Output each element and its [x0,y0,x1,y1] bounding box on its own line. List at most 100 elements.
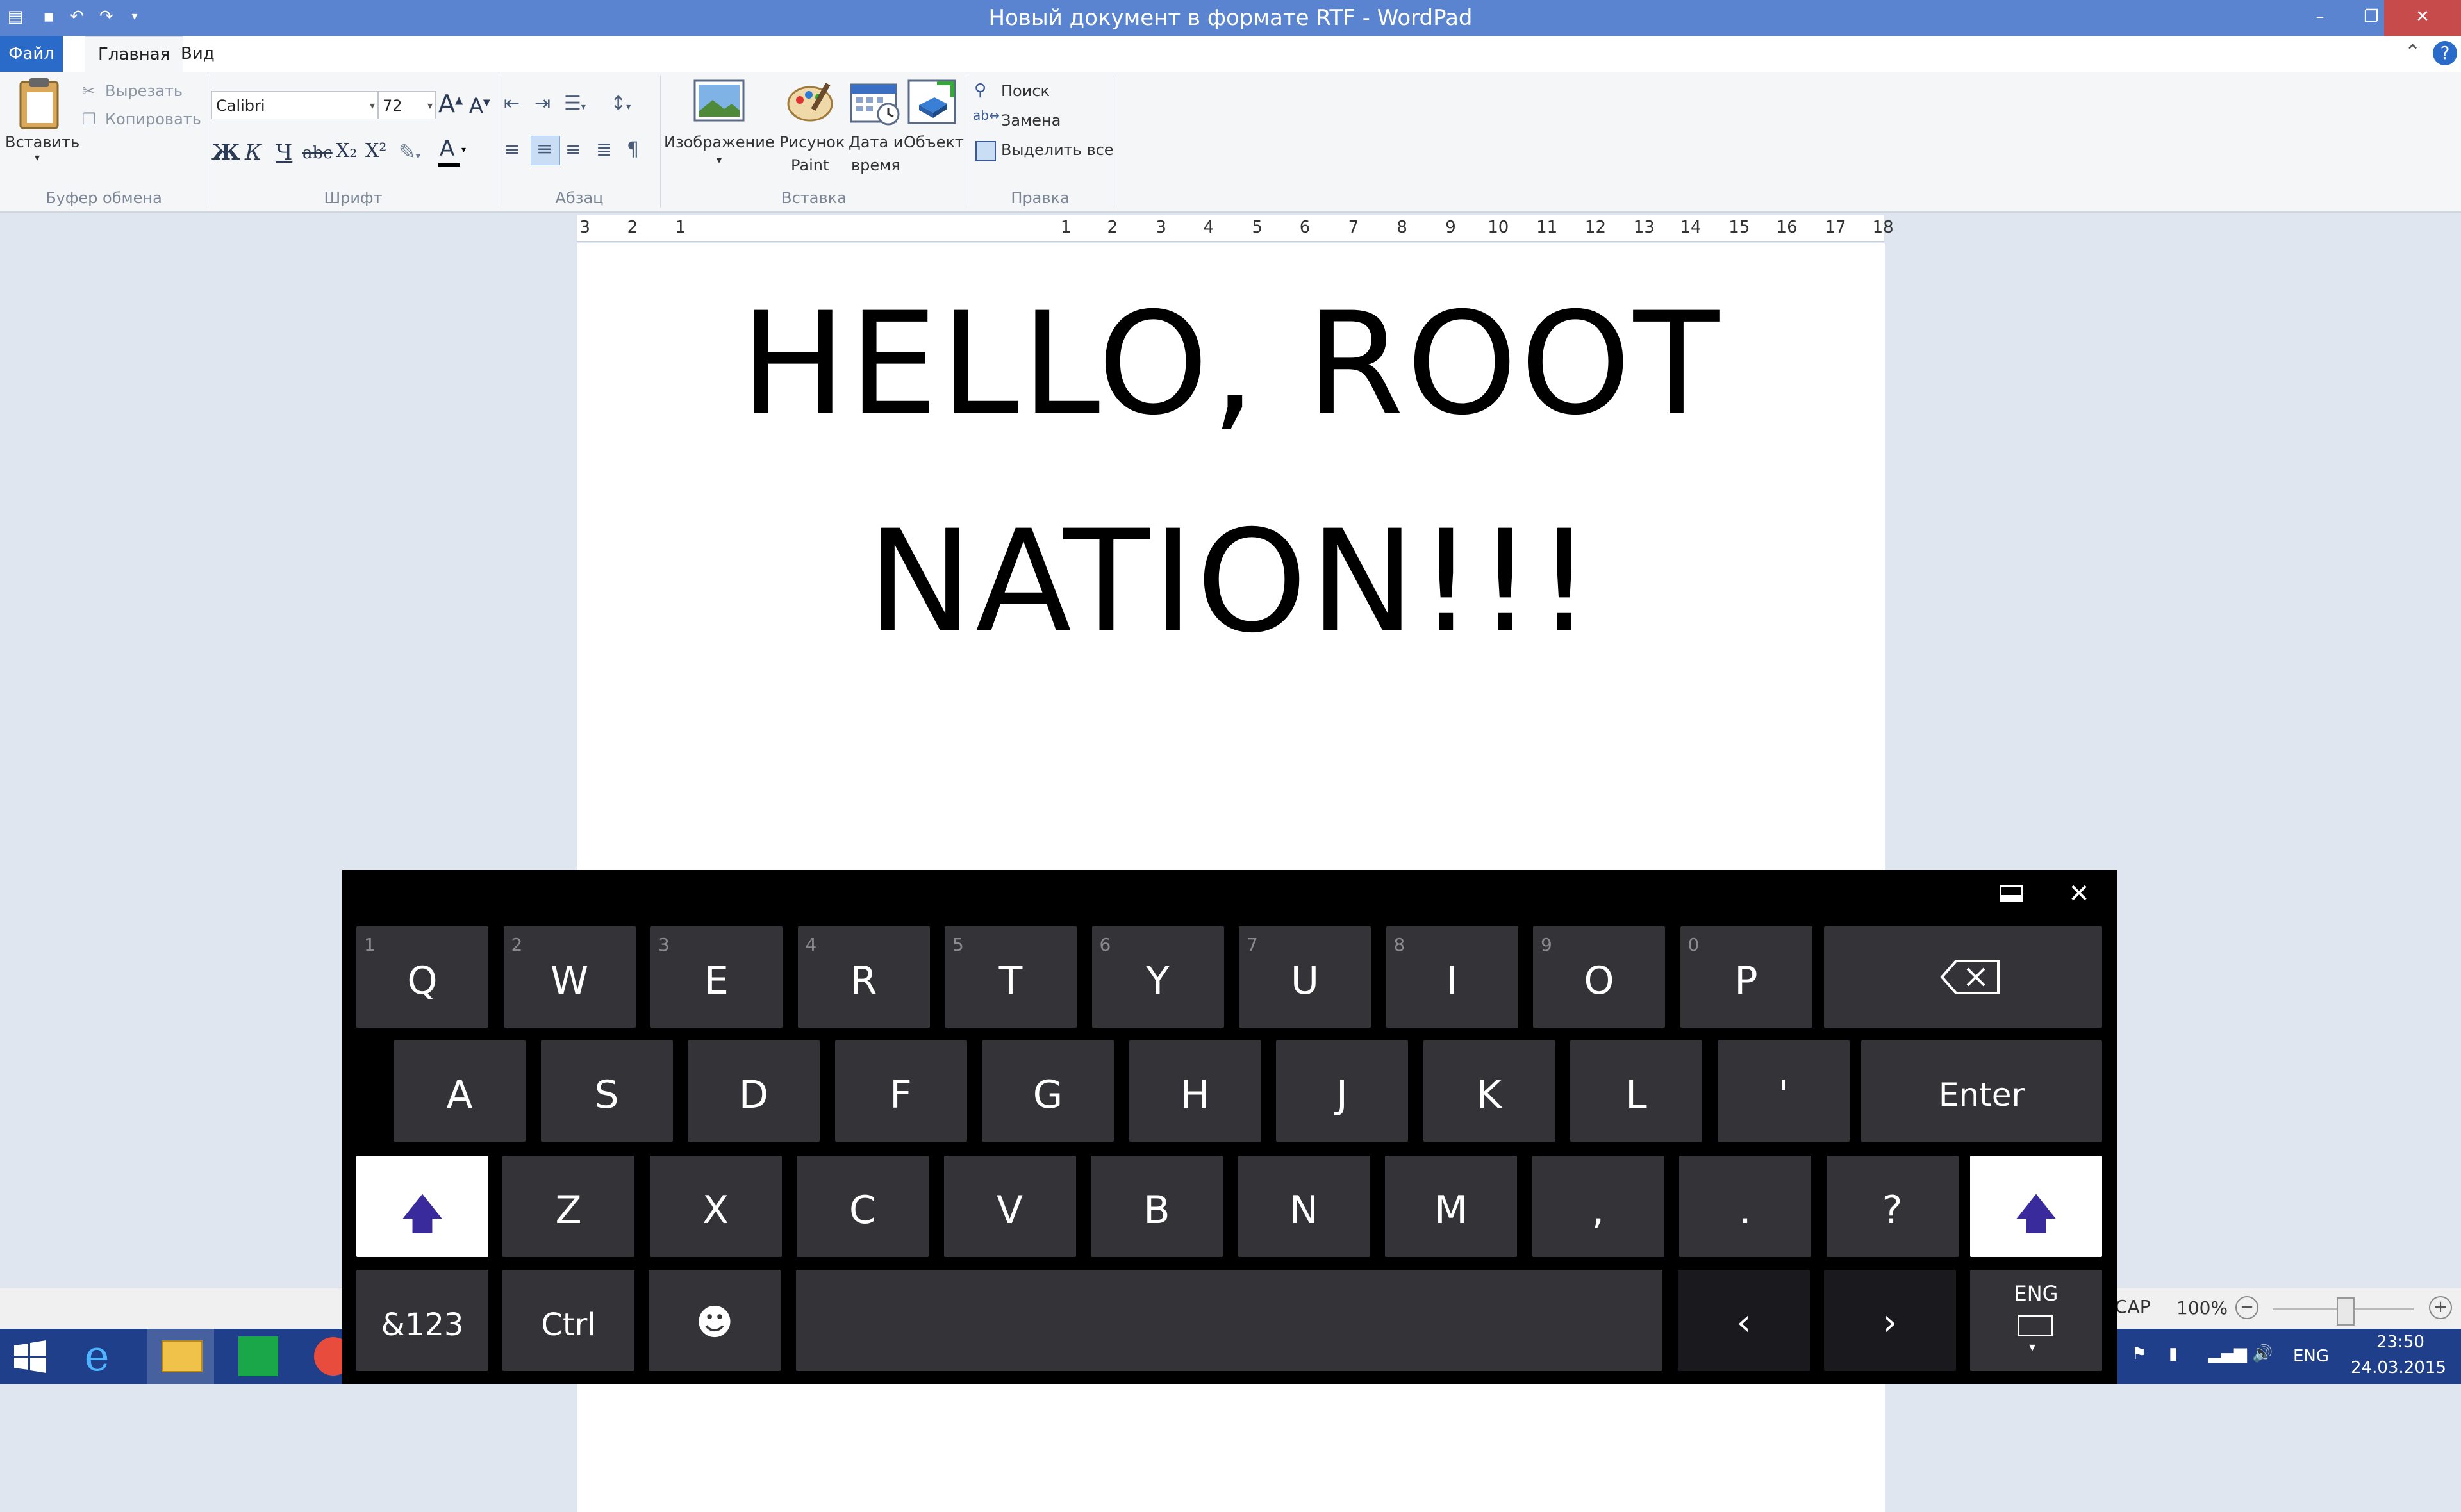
font-color-button[interactable]: A ▾ [433,136,472,168]
paint-drawing-button-line1[interactable]: Рисунок [779,133,845,151]
space-key[interactable] [796,1270,1662,1371]
right-arrow-key[interactable]: › [1824,1270,1956,1371]
select-all-button[interactable]: Выделить все [1001,141,1114,159]
letter-key[interactable]: D [688,1040,820,1142]
object-icon[interactable] [907,78,959,126]
paste-button[interactable]: Вставить [5,133,79,151]
letter-key[interactable]: A [394,1040,526,1142]
underline-button[interactable]: Ч [276,140,292,165]
letter-key[interactable]: X [649,1156,782,1257]
paint-icon[interactable] [786,78,837,123]
letter-key[interactable]: , [1532,1156,1664,1257]
tab-file[interactable]: Файл [0,36,63,72]
date-time-button-line1[interactable]: Дата и [849,133,903,151]
superscript-button[interactable]: X² [365,140,386,162]
zoom-out-button[interactable]: − [2235,1296,2258,1319]
increase-indent-icon[interactable]: ⇥ [534,92,551,115]
paste-dropdown-icon[interactable]: ▾ [35,151,40,163]
letter-key[interactable]: V [943,1156,1076,1257]
enter-key[interactable]: Enter [1861,1040,2102,1142]
document-text-line[interactable]: NATION!!! [577,500,1885,664]
backspace-key[interactable] [1824,926,2102,1028]
dock-keyboard-button[interactable] [1992,878,2030,910]
date-time-icon[interactable] [850,79,901,126]
subscript-button[interactable]: X₂ [336,140,357,162]
letter-key[interactable]: B [1091,1156,1223,1257]
justify-icon[interactable]: ≣ [596,138,612,161]
align-right-icon[interactable]: ≡ [565,138,581,161]
left-shift-key[interactable]: 🡅 [356,1156,488,1257]
letter-key[interactable]: L [1570,1040,1702,1142]
close-keyboard-button[interactable]: ✕ [2060,878,2098,910]
language-layout-key[interactable]: ENG ▾ [1970,1270,2102,1371]
tab-view[interactable]: Вид [168,36,228,72]
emoji-key[interactable]: ☻ [649,1270,781,1371]
windows-start-icon[interactable] [8,1334,53,1379]
find-button[interactable]: Поиск [1001,82,1050,100]
volume-icon[interactable]: 🔊 [2252,1344,2273,1363]
letter-key[interactable]: J [1276,1040,1408,1142]
paint-drawing-button-line2[interactable]: Paint [791,156,829,174]
letter-key[interactable]: 4R [797,926,930,1028]
font-name-combo[interactable]: Calibri ▾ [211,91,378,119]
tray-date[interactable]: 24.03.2015 [2351,1358,2446,1377]
letter-key[interactable]: M [1385,1156,1517,1257]
line-spacing-icon[interactable]: ↕▾ [610,92,631,115]
paste-icon[interactable] [15,76,64,131]
store-icon[interactable] [238,1336,278,1376]
insert-object-button[interactable]: Объект [904,133,964,151]
letter-key[interactable]: 1Q [356,926,488,1028]
zoom-slider-handle[interactable] [2337,1297,2355,1326]
file-explorer-taskbar-button[interactable] [147,1329,214,1384]
italic-button[interactable]: К [245,140,261,165]
letter-key[interactable]: 3E [650,926,783,1028]
letter-key[interactable]: F [834,1040,967,1142]
internet-explorer-icon[interactable]: e [74,1334,119,1379]
letter-key[interactable]: . [1679,1156,1811,1257]
tray-time[interactable]: 23:50 [2376,1333,2424,1352]
decrease-indent-icon[interactable]: ⇤ [504,92,520,115]
power-icon[interactable]: ▮ [2169,1344,2178,1363]
align-center-button[interactable]: ≡ [531,136,560,165]
network-icon[interactable]: ▂▄▆ [2208,1344,2247,1363]
align-left-icon[interactable]: ≡ [504,138,520,161]
tray-language[interactable]: ENG [2293,1347,2329,1366]
letter-key[interactable]: H [1129,1040,1261,1142]
font-size-combo[interactable]: 72 ▾ [378,91,436,119]
left-arrow-key[interactable]: ‹ [1678,1270,1810,1371]
letter-key[interactable]: C [797,1156,929,1257]
replace-button[interactable]: Замена [1001,111,1061,129]
paragraph-icon[interactable]: ¶ [627,138,639,161]
letter-key[interactable]: 8I [1386,926,1518,1028]
numbers-symbols-key[interactable]: &123 [356,1270,488,1371]
letter-key[interactable]: 5T [945,926,1077,1028]
letter-key[interactable]: ? [1826,1156,1959,1257]
grow-font-icon[interactable]: A▲ [438,90,463,118]
collapse-ribbon-icon[interactable]: ⌃ [2405,41,2421,63]
chevron-down-icon[interactable]: ▾ [717,154,722,166]
document-text-line[interactable]: HELLO, ROOT [577,282,1885,446]
date-time-button-line2[interactable]: время [851,156,900,174]
image-icon[interactable] [693,79,745,122]
letter-key[interactable]: S [540,1040,673,1142]
letter-key[interactable]: ' [1717,1040,1850,1142]
bullet-list-icon[interactable]: ☰▾ [564,92,586,115]
cut-button[interactable]: Вырезать [105,82,183,100]
ctrl-key[interactable]: Ctrl [502,1270,634,1371]
bold-button[interactable]: Ж [211,140,240,165]
letter-key[interactable]: N [1238,1156,1370,1257]
letter-key[interactable]: 7U [1239,926,1371,1028]
action-center-flag-icon[interactable]: ⚑ [2132,1344,2146,1363]
close-window-button[interactable]: ✕ [2384,0,2461,36]
strikethrough-button[interactable]: abc [302,144,333,163]
letter-key[interactable]: G [982,1040,1114,1142]
shrink-font-icon[interactable]: A▼ [469,94,490,118]
copy-button[interactable]: Копировать [105,110,201,128]
zoom-in-button[interactable]: + [2429,1296,2452,1319]
letter-key[interactable]: 2W [503,926,636,1028]
highlight-icon[interactable]: ✎▾ [399,140,420,164]
letter-key[interactable]: 0P [1680,926,1812,1028]
letter-key[interactable]: Z [502,1156,634,1257]
insert-image-button[interactable]: Изображение [664,133,775,151]
minimize-button[interactable]: – [2294,0,2346,36]
